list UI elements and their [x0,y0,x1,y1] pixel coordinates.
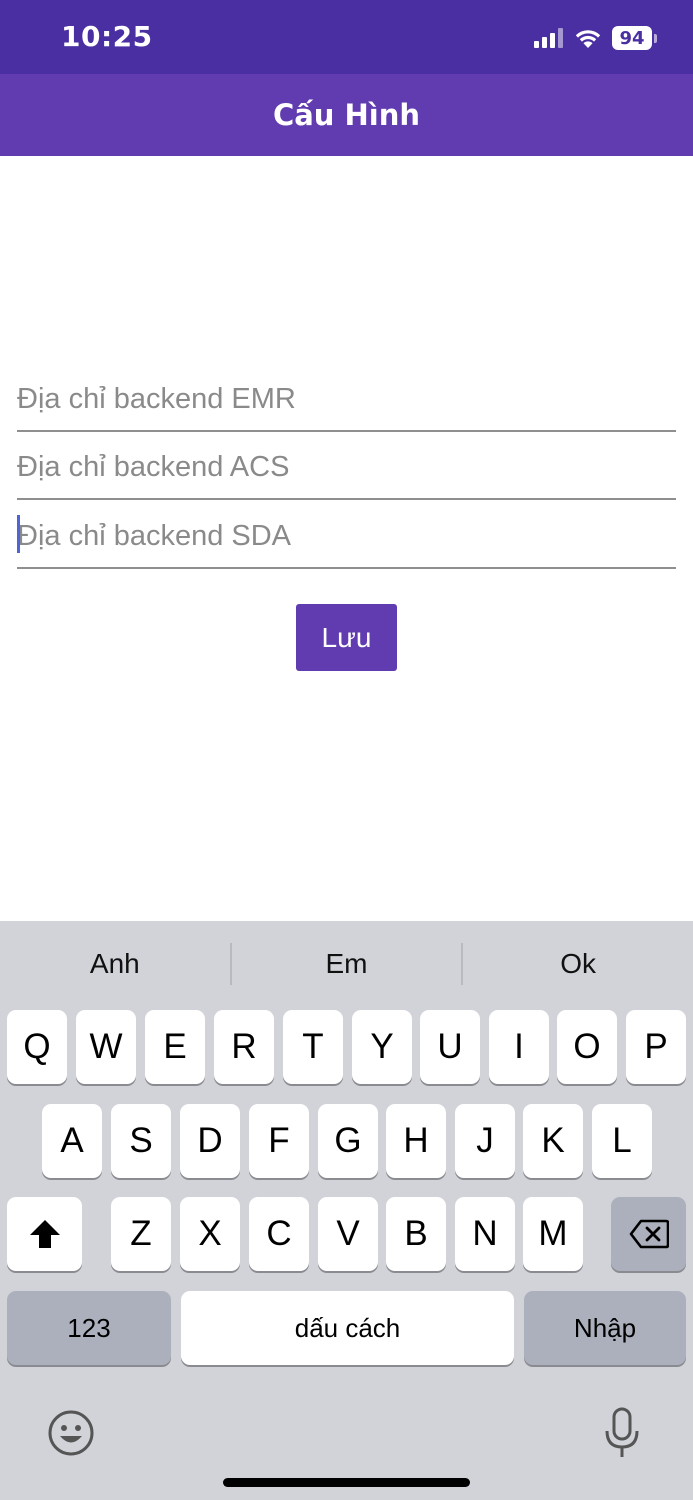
signal-icon [534,28,563,48]
key-c[interactable]: C [249,1197,309,1271]
text-caret [17,515,20,553]
sda-address-field-container [17,501,676,569]
key-g[interactable]: G [318,1104,378,1178]
numbers-key[interactable]: 123 [7,1291,171,1365]
key-x[interactable]: X [180,1197,240,1271]
microphone-icon[interactable] [600,1405,644,1461]
keyboard: Anh Em Ok Q W E R T Y U I O P A S D F G … [0,921,693,1500]
key-o[interactable]: O [557,1010,617,1084]
shift-key[interactable] [7,1197,82,1271]
save-button[interactable]: Lưu [296,604,397,671]
emr-address-input[interactable] [17,383,676,416]
suggestion-item[interactable]: Ok [463,948,693,980]
key-l[interactable]: L [592,1104,652,1178]
key-s[interactable]: S [111,1104,171,1178]
key-z[interactable]: Z [111,1197,171,1271]
suggestion-bar: Anh Em Ok [0,921,693,1007]
key-y[interactable]: Y [352,1010,412,1084]
page-title: Cấu Hình [272,98,421,132]
key-v[interactable]: V [318,1197,378,1271]
key-e[interactable]: E [145,1010,205,1084]
return-key[interactable]: Nhập [524,1291,686,1365]
key-a[interactable]: A [42,1104,102,1178]
key-t[interactable]: T [283,1010,343,1084]
status-icons: 94 [534,22,657,54]
key-f[interactable]: F [249,1104,309,1178]
key-m[interactable]: M [523,1197,583,1271]
backspace-icon [629,1219,669,1249]
battery-icon: 94 [612,26,652,50]
battery-tip [654,33,657,43]
key-u[interactable]: U [420,1010,480,1084]
acs-address-input[interactable] [17,451,676,484]
suggestion-item[interactable]: Anh [0,948,230,980]
status-bar: 10:25 94 [0,0,693,74]
key-w[interactable]: W [76,1010,136,1084]
key-b[interactable]: B [386,1197,446,1271]
battery-level: 94 [619,27,645,49]
key-n[interactable]: N [455,1197,515,1271]
key-r[interactable]: R [214,1010,274,1084]
sda-address-input[interactable] [17,520,676,553]
home-indicator [223,1478,470,1487]
shift-icon [29,1220,60,1248]
emoji-icon[interactable] [46,1408,96,1458]
acs-address-field-container [17,432,676,500]
wifi-icon [575,30,601,48]
key-j[interactable]: J [455,1104,515,1178]
key-i[interactable]: I [489,1010,549,1084]
space-key[interactable]: dấu cách [181,1291,514,1365]
status-time: 10:25 [61,20,153,53]
key-h[interactable]: H [386,1104,446,1178]
app-bar: Cấu Hình [0,74,693,156]
key-q[interactable]: Q [7,1010,67,1084]
suggestion-item[interactable]: Em [232,948,462,980]
key-k[interactable]: K [523,1104,583,1178]
backspace-key[interactable] [611,1197,686,1271]
emr-address-field-container [17,364,676,432]
key-p[interactable]: P [626,1010,686,1084]
key-d[interactable]: D [180,1104,240,1178]
